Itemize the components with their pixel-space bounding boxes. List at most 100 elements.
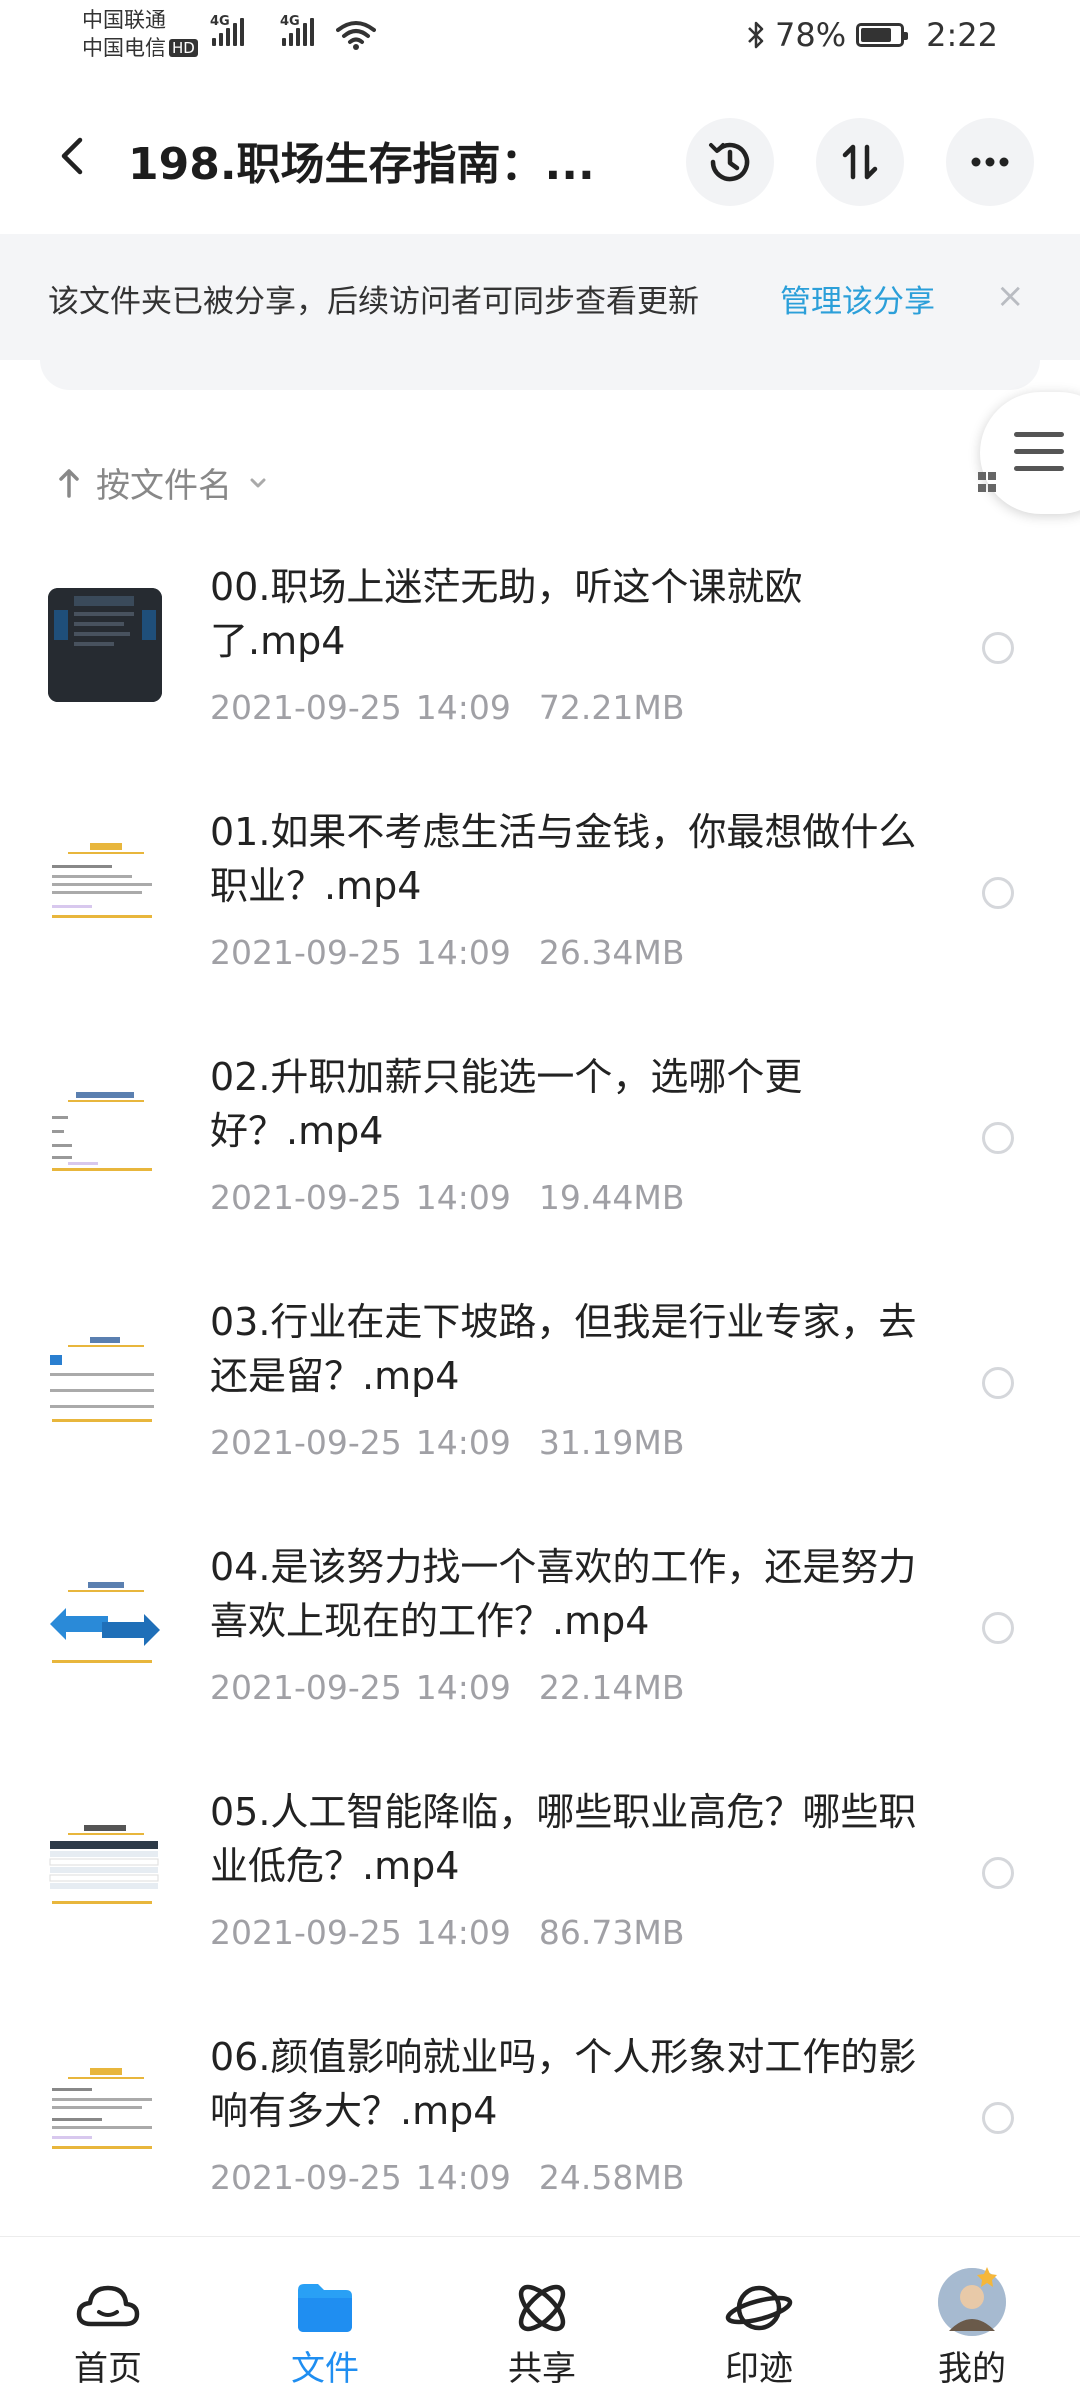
avatar xyxy=(933,2261,1011,2339)
hd-badge: HD xyxy=(169,39,198,57)
select-radio[interactable] xyxy=(982,1122,1014,1154)
bottom-nav: 首页 文件 共享 印迹 我的 xyxy=(0,2236,1080,2400)
video-thumbnail xyxy=(48,833,162,947)
file-date: 2021-09-25 xyxy=(210,1668,402,1707)
nav-files[interactable]: 文件 xyxy=(245,2237,405,2400)
nav-home[interactable]: 首页 xyxy=(28,2237,188,2400)
file-row[interactable]: 03.行业在走下坡路，但我是行业专家，去还是留？.mp4 2021-09-25 1… xyxy=(0,1275,1080,1520)
sort-arrow-icon xyxy=(59,468,79,498)
file-row[interactable]: 06.颜值影响就业吗，个人形象对工作的影响有多大？.mp4 2021-09-25… xyxy=(0,2010,1080,2255)
select-radio[interactable] xyxy=(982,1612,1014,1644)
file-meta: 2021-09-25 14:09 72.21MB xyxy=(210,688,684,727)
nav-share-label: 共享 xyxy=(508,2349,576,2389)
nav-moments[interactable]: 印迹 xyxy=(679,2237,839,2400)
file-list: 00.职场上迷茫无助，听这个课就欧了.mp4 2021-09-25 14:09 72… xyxy=(0,540,1080,2255)
manage-share-link[interactable]: 管理该分享 xyxy=(780,276,935,321)
share-banner: 该文件夹已被分享，后续访问者可同步查看更新 管理该分享 × xyxy=(0,234,1080,360)
file-size: 31.19MB xyxy=(538,1423,685,1462)
history-button[interactable] xyxy=(686,118,774,206)
file-size: 86.73MB xyxy=(538,1913,685,1952)
battery-icon xyxy=(856,23,909,47)
clock: 2:22 xyxy=(926,16,998,54)
back-icon[interactable] xyxy=(44,126,104,186)
file-name: 06.颜值影响就业吗，个人形象对工作的影响有多大？.mp4 xyxy=(210,2035,917,2133)
file-name: 02.升职加薪只能选一个，选哪个更好？.mp4 xyxy=(210,1055,803,1153)
file-size: 19.44MB xyxy=(538,1178,685,1217)
file-row[interactable]: 01.如果不考虑生活与金钱，你最想做什么职业？.mp4 2021-09-25 14… xyxy=(0,785,1080,1030)
status-bar: 中国联通 中国电信 HD 4G 4G 78% 2:22 xyxy=(0,0,1080,72)
file-row[interactable]: 00.职场上迷茫无助，听这个课就欧了.mp4 2021-09-25 14:09 72… xyxy=(0,540,1080,785)
file-size: 22.14MB xyxy=(538,1668,685,1707)
nav-me-label: 我的 xyxy=(938,2349,1006,2389)
battery-percent: 78% xyxy=(775,16,847,54)
status-right: 78% 2:22 xyxy=(747,16,998,54)
file-date: 2021-09-25 xyxy=(210,1178,402,1217)
file-name: 01.如果不考虑生活与金钱，你最想做什么职业？.mp4 xyxy=(210,810,917,908)
file-name: 03.行业在走下坡路，但我是行业专家，去还是留？.mp4 xyxy=(210,1300,917,1398)
file-date: 2021-09-25 xyxy=(210,1913,402,1952)
sort-label: 按文件名 xyxy=(96,466,232,506)
file-name: 05.人工智能降临，哪些职业高危？哪些职业低危？.mp4 xyxy=(210,1790,917,1888)
file-time: 14:09 xyxy=(415,2158,511,2197)
file-meta: 2021-09-25 14:09 22.14MB xyxy=(210,1668,684,1707)
video-thumbnail xyxy=(48,1078,162,1192)
video-thumbnail xyxy=(48,1568,162,1682)
more-button[interactable] xyxy=(946,118,1034,206)
share-banner-text: 该文件夹已被分享，后续访问者可同步查看更新 xyxy=(48,284,699,320)
file-time: 14:09 xyxy=(415,688,511,727)
view-toggle-icon[interactable] xyxy=(978,468,998,496)
file-size: 72.21MB xyxy=(538,688,685,727)
folder-icon xyxy=(290,2273,360,2343)
file-row[interactable]: 04.是该努力找一个喜欢的工作，还是努力喜欢上现在的工作？.mp4 2021-0… xyxy=(0,1520,1080,1765)
file-time: 14:09 xyxy=(415,1913,511,1952)
network-type-1: 4G xyxy=(210,14,230,29)
file-size: 26.34MB xyxy=(538,933,685,972)
close-banner-icon[interactable]: × xyxy=(996,276,1025,316)
file-meta: 2021-09-25 14:09 19.44MB xyxy=(210,1178,684,1217)
file-time: 14:09 xyxy=(415,933,511,972)
signal-1-icon: 4G xyxy=(210,14,244,46)
atom-icon xyxy=(507,2273,577,2343)
chevron-down-icon xyxy=(250,478,266,487)
file-meta: 2021-09-25 14:09 26.34MB xyxy=(210,933,684,972)
more-icon xyxy=(971,157,1009,167)
cloud-icon xyxy=(73,2273,143,2343)
file-row[interactable]: 02.升职加薪只能选一个，选哪个更好？.mp4 2021-09-25 14:09 1… xyxy=(0,1030,1080,1275)
file-time: 14:09 xyxy=(415,1423,511,1462)
bluetooth-icon xyxy=(748,21,764,49)
file-time: 14:09 xyxy=(415,1178,511,1217)
wifi-icon xyxy=(336,21,376,50)
carrier-2: 中国电信 xyxy=(82,36,166,60)
file-date: 2021-09-25 xyxy=(210,2158,402,2197)
battery-fill xyxy=(861,28,891,42)
nav-home-label: 首页 xyxy=(74,2349,142,2389)
video-thumbnail xyxy=(48,1813,162,1927)
file-date: 2021-09-25 xyxy=(210,1423,402,1462)
select-radio[interactable] xyxy=(982,632,1014,664)
signal-2-icon: 4G xyxy=(280,14,314,46)
app-header: 198.职场生存指南：... xyxy=(0,100,1080,210)
sort-bar[interactable]: 按文件名 xyxy=(56,458,270,507)
file-row[interactable]: 05.人工智能降临，哪些职业高危？哪些职业低危？.mp4 2021-09-25 1… xyxy=(0,1765,1080,2010)
file-date: 2021-09-25 xyxy=(210,933,402,972)
video-thumbnail xyxy=(48,588,162,702)
banner-tail xyxy=(40,360,1040,390)
transfer-icon xyxy=(842,144,878,180)
planet-icon xyxy=(724,2273,794,2343)
page-title: 198.职场生存指南：... xyxy=(128,139,595,190)
network-type-2: 4G xyxy=(280,14,300,29)
select-radio[interactable] xyxy=(982,877,1014,909)
file-name: 00.职场上迷茫无助，听这个课就欧了.mp4 xyxy=(210,565,803,663)
file-size: 24.58MB xyxy=(538,2158,685,2197)
file-date: 2021-09-25 xyxy=(210,688,402,727)
select-radio[interactable] xyxy=(982,1367,1014,1399)
file-time: 14:09 xyxy=(415,1668,511,1707)
video-thumbnail xyxy=(48,1323,162,1437)
nav-me[interactable]: 我的 xyxy=(892,2237,1052,2400)
file-meta: 2021-09-25 14:09 31.19MB xyxy=(210,1423,684,1462)
select-radio[interactable] xyxy=(982,2102,1014,2134)
transfer-button[interactable] xyxy=(816,118,904,206)
select-radio[interactable] xyxy=(982,1857,1014,1889)
nav-share[interactable]: 共享 xyxy=(462,2237,622,2400)
file-meta: 2021-09-25 14:09 86.73MB xyxy=(210,1913,684,1952)
